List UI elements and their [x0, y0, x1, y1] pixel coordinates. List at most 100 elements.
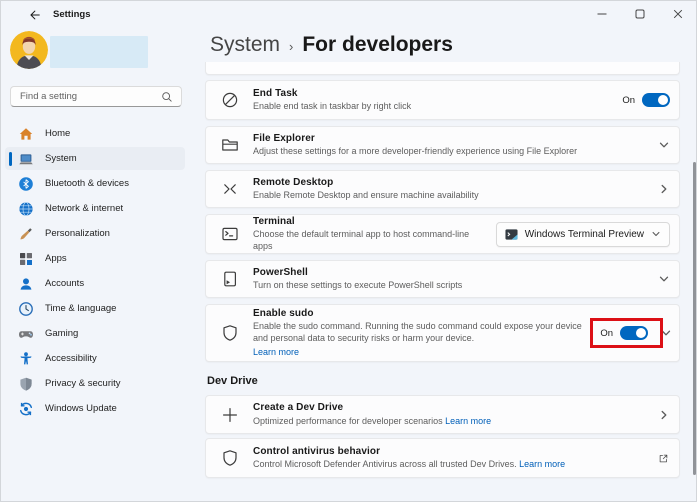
shield-icon: [220, 323, 240, 343]
search-input[interactable]: [11, 91, 161, 102]
maximize-icon: [635, 9, 645, 19]
minimize-button[interactable]: [583, 0, 621, 28]
setting-title: Terminal: [253, 215, 295, 227]
sidebar-item-accounts[interactable]: Accounts: [5, 272, 185, 295]
setting-description: Adjust these settings for a more develop…: [253, 146, 578, 157]
setting-title: File Explorer: [253, 132, 315, 144]
selection-indicator: [9, 151, 12, 166]
maximize-button[interactable]: [621, 0, 659, 28]
sidebar-item-personalization[interactable]: Personalization: [5, 222, 185, 245]
chevron-right-icon[interactable]: [658, 409, 670, 421]
setting-title: Control antivirus behavior: [253, 445, 381, 457]
shield-gray-icon: [18, 376, 34, 392]
external-link-icon[interactable]: [657, 452, 670, 465]
chevron-down-icon[interactable]: [660, 327, 672, 339]
bluetooth-icon: [18, 176, 34, 192]
setting-card-powershell[interactable]: PowerShell Turn on these settings to exe…: [205, 260, 680, 298]
search-box[interactable]: [10, 86, 182, 107]
sidebar-item-label: Windows Update: [45, 403, 117, 414]
paintbrush-icon: [18, 226, 34, 242]
home-icon: [18, 126, 34, 142]
terminal-app-dropdown[interactable]: Windows Terminal Preview: [495, 221, 670, 247]
close-button[interactable]: [659, 0, 697, 28]
user-avatar[interactable]: [10, 31, 48, 69]
dropdown-selected-value: Windows Terminal Preview: [524, 228, 644, 240]
vertical-scrollbar[interactable]: [693, 162, 696, 475]
terminal-icon: [220, 224, 240, 244]
sidebar-item-windows-update[interactable]: Windows Update: [5, 397, 185, 420]
sidebar-item-label: Apps: [45, 253, 67, 264]
powershell-icon: [220, 269, 240, 289]
clock-icon: [18, 301, 34, 317]
setting-title: Create a Dev Drive: [253, 402, 344, 414]
learn-more-link[interactable]: Learn more: [253, 347, 299, 357]
gamepad-icon: [18, 326, 34, 342]
back-button[interactable]: [24, 6, 44, 23]
toggle-state-label: On: [600, 327, 613, 339]
sidebar-item-label: Privacy & security: [45, 378, 121, 389]
section-title-dev-drive: Dev Drive: [207, 375, 258, 387]
setting-card-remote-desktop[interactable]: Remote Desktop Enable Remote Desktop and…: [205, 170, 680, 208]
sidebar-item-label: Accessibility: [45, 353, 97, 364]
setting-description: Optimized performance for developer scen…: [253, 415, 443, 426]
sidebar-item-privacy-security[interactable]: Privacy & security: [5, 372, 185, 395]
block-icon: [220, 90, 240, 110]
setting-description: Enable Remote Desktop and ensure machine…: [253, 190, 479, 201]
sidebar-item-label: Home: [45, 128, 71, 139]
plus-icon: [220, 405, 240, 425]
learn-more-link[interactable]: Learn more: [445, 416, 491, 426]
sidebar-item-home[interactable]: Home: [5, 122, 185, 145]
network-globe-icon: [18, 201, 34, 217]
sidebar-item-label: Bluetooth & devices: [45, 178, 129, 189]
sidebar-item-label: Time & language: [45, 303, 117, 314]
toggle-knob: [658, 95, 668, 105]
learn-more-link[interactable]: Learn more: [519, 459, 565, 469]
accessibility-person-icon: [18, 351, 34, 367]
window-title: Settings: [53, 9, 91, 20]
back-arrow-icon: [27, 8, 41, 22]
sidebar-item-time-language[interactable]: Time & language: [5, 297, 185, 320]
setting-card-control-antivirus[interactable]: Control antivirus behavior Control Micro…: [205, 438, 680, 478]
sidebar-item-gaming[interactable]: Gaming: [5, 322, 185, 345]
close-icon: [673, 9, 683, 19]
person-icon: [18, 276, 34, 292]
setting-card-create-dev-drive[interactable]: Create a Dev Drive Optimized performance…: [205, 395, 680, 434]
setting-card-enable-sudo[interactable]: Enable sudo Enable the sudo command. Run…: [205, 304, 680, 362]
sidebar-item-label: Personalization: [45, 228, 110, 239]
sidebar-item-system[interactable]: System: [5, 147, 185, 170]
sidebar-item-network-internet[interactable]: Network & internet: [5, 197, 185, 220]
setting-description: Enable end task in taskbar by right clic…: [253, 101, 412, 112]
settings-window: Settings Find a setting Home System Blue…: [0, 0, 697, 502]
setting-title: End Task: [253, 87, 298, 99]
person-avatar-icon: [10, 31, 48, 69]
sidebar-item-accessibility[interactable]: Accessibility: [5, 347, 185, 370]
chevron-right-icon[interactable]: [658, 183, 670, 195]
setting-card-terminal[interactable]: Terminal Choose the default terminal app…: [205, 214, 680, 254]
sidebar-item-apps[interactable]: Apps: [5, 247, 185, 270]
partially-scrolled-card: [205, 62, 680, 75]
setting-description: Enable the sudo command. Running the sud…: [253, 321, 582, 344]
setting-card-file-explorer[interactable]: File Explorer Adjust these settings for …: [205, 126, 680, 164]
chevron-down-icon[interactable]: [658, 139, 670, 151]
setting-title: PowerShell: [253, 266, 308, 278]
folder-icon: [220, 135, 240, 155]
minimize-icon: [597, 9, 607, 19]
shield-icon: [220, 448, 240, 468]
end-task-toggle[interactable]: [642, 93, 670, 107]
setting-card-end-task[interactable]: End Task Enable end task in taskbar by r…: [205, 80, 680, 120]
breadcrumb-system[interactable]: System: [210, 33, 280, 57]
sidebar-item-bluetooth-devices[interactable]: Bluetooth & devices: [5, 172, 185, 195]
system-icon: [18, 151, 34, 167]
search-icon: [161, 91, 173, 103]
sidebar: Home System Bluetooth & devices Network …: [0, 28, 200, 502]
setting-description: Choose the default terminal app to host …: [253, 229, 470, 252]
sidebar-item-label: Network & internet: [45, 203, 124, 214]
toggle-state-label: On: [622, 94, 635, 106]
chevron-down-icon[interactable]: [658, 273, 670, 285]
setting-title: Enable sudo: [253, 307, 314, 319]
sidebar-item-label: System: [45, 153, 77, 164]
titlebar: Settings: [0, 0, 697, 28]
user-name-redacted: [50, 36, 148, 68]
enable-sudo-toggle[interactable]: [620, 326, 648, 340]
breadcrumb-separator-icon: ›: [289, 38, 294, 54]
